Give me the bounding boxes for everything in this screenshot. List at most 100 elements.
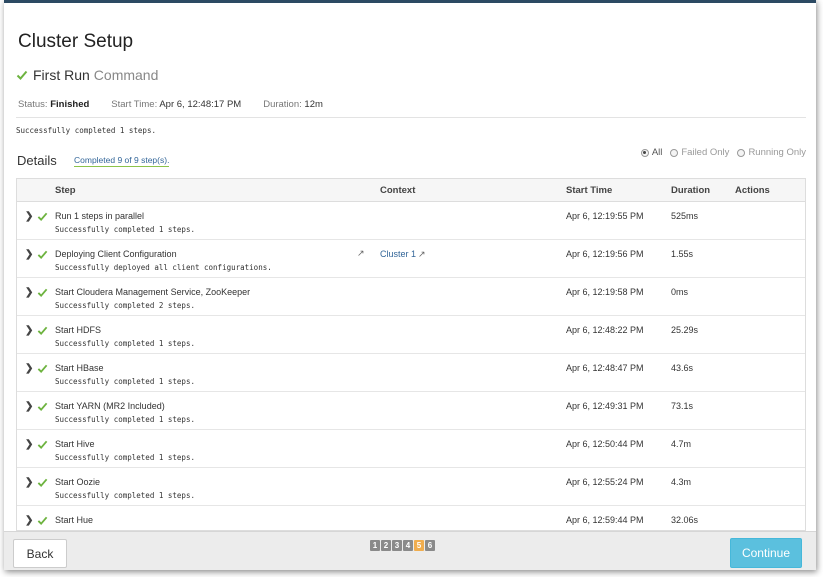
filter-failed-only[interactable]: Failed Only (670, 147, 729, 158)
completed-steps-link[interactable]: Completed 9 of 9 step(s). (74, 155, 170, 167)
table-row: ❯ Start HBase Successfully completed 1 ste… (17, 354, 805, 392)
filter-failed-only-label: Failed Only (681, 147, 730, 158)
expand-chevron-icon[interactable]: ❯ (25, 211, 33, 222)
command-status-line: Status: Finished Start Time: Apr 6, 12:4… (18, 99, 345, 110)
step-duration: 4.7m (671, 439, 692, 449)
step-name: Start Hue (55, 515, 94, 525)
summary-message: Successfully completed 1 steps. (16, 126, 156, 135)
table-row: ❯ Start HDFS Successfully completed 1 step… (17, 316, 805, 354)
expand-chevron-icon[interactable]: ❯ (25, 515, 33, 526)
expand-chevron-icon[interactable]: ❯ (25, 287, 33, 298)
table-body: ❯ Run 1 steps in parallel Successfully com… (17, 202, 805, 530)
external-link-icon: ↗ (418, 249, 426, 259)
success-check-icon (37, 363, 48, 376)
table-row: ❯ Deploying Client Configuration Successfu… (17, 240, 805, 278)
table-row: ❯Start HueSuccessfully completed 1 steps… (17, 506, 805, 530)
back-button[interactable]: Back (13, 539, 67, 568)
radio-running-only[interactable] (737, 148, 746, 157)
filter-running-only[interactable]: Running Only (737, 147, 806, 158)
step-start-time: Apr 6, 12:19:58 PM (566, 287, 644, 297)
step-duration: 4.3m (671, 477, 692, 487)
step-start-time: Apr 6, 12:49:31 PM (566, 401, 644, 411)
divider (16, 117, 806, 118)
radio-failed-only[interactable] (670, 148, 679, 157)
success-check-icon (16, 69, 28, 81)
context-label: Cluster 1 (380, 249, 417, 259)
step-message: Successfully completed 1 steps. (55, 491, 195, 500)
expand-chevron-icon[interactable]: ❯ (25, 439, 33, 450)
success-check-icon (37, 477, 48, 490)
step-start-time: Apr 6, 12:48:47 PM (566, 363, 644, 373)
wizard-step-indicator: 123456 (370, 540, 436, 551)
step-name: Start YARN (MR2 Included) (55, 401, 165, 411)
step-start-time: Apr 6, 12:48:22 PM (566, 325, 644, 335)
column-context: Context (380, 185, 416, 196)
command-heading: First Run Command (16, 67, 158, 83)
step-start-time: Apr 6, 12:50:44 PM (566, 439, 644, 449)
wizard-footer: Back 123456 Continue (4, 531, 816, 570)
step-duration: 1.55s (671, 249, 694, 259)
table-row: ❯ Start Hive Successfully completed 1 step… (17, 430, 805, 468)
step-indicator-1: 1 (370, 540, 380, 551)
step-name: Start Hive (55, 439, 95, 449)
details-heading: Details (17, 153, 57, 168)
start-time-value: Apr 6, 12:48:17 PM (159, 99, 242, 110)
status-label: Status: (18, 99, 48, 110)
step-start-time: Apr 6, 12:19:56 PM (566, 249, 644, 259)
success-check-icon (37, 287, 48, 300)
step-start-time: Apr 6, 12:55:24 PM (566, 477, 644, 487)
step-message: Successfully completed 1 steps. (55, 415, 195, 424)
step-duration: 525ms (671, 211, 699, 221)
column-duration: Duration (671, 185, 711, 196)
column-step: Step (55, 185, 76, 196)
step-start-time: Apr 6, 12:19:55 PM (566, 211, 644, 221)
step-message: Successfully deployed all client configu… (55, 263, 272, 272)
page-title: Cluster Setup (18, 31, 134, 52)
context-link[interactable]: Cluster 1 ↗ (380, 249, 426, 260)
success-check-icon (37, 325, 48, 338)
table-row: ❯ Start Oozie Successfully completed 1 ste… (17, 468, 805, 506)
start-time-label: Start Time: (111, 99, 158, 110)
external-link-icon[interactable]: ↗ (357, 248, 365, 259)
success-check-icon (37, 439, 48, 452)
table-row: ❯ Start YARN (MR2 Included) Successfully c… (17, 392, 805, 430)
step-name: Start HBase (55, 363, 104, 373)
expand-chevron-icon[interactable]: ❯ (25, 401, 33, 412)
step-duration: 25.29s (671, 325, 699, 335)
wizard-window: Cluster Setup First Run Command Status: … (4, 0, 816, 570)
expand-chevron-icon[interactable]: ❯ (25, 477, 33, 488)
step-name: Start HDFS (55, 325, 102, 335)
command-name: First Run (33, 67, 90, 83)
step-name: Run 1 steps in parallel (55, 211, 145, 221)
step-message: Successfully completed 1 steps. (55, 339, 195, 348)
filter-all[interactable]: All (640, 147, 662, 158)
step-message: Successfully completed 1 steps. (55, 225, 195, 234)
expand-chevron-icon[interactable]: ❯ (25, 363, 33, 374)
step-duration: 32.06s (671, 515, 699, 525)
step-indicator-5: 5 (414, 540, 424, 551)
success-check-icon (37, 211, 48, 224)
step-indicator-3: 3 (392, 540, 402, 551)
success-check-icon (37, 249, 48, 262)
expand-chevron-icon[interactable]: ❯ (25, 249, 33, 260)
expand-chevron-icon[interactable]: ❯ (25, 325, 33, 336)
column-start-time: Start Time (566, 185, 613, 196)
status-value: Finished (50, 99, 90, 110)
step-filter-group: All Failed Only Running Only (633, 147, 806, 158)
step-message: Successfully completed 1 steps. (55, 453, 195, 462)
success-check-icon (37, 515, 48, 528)
step-duration: 43.6s (671, 363, 694, 373)
step-duration: 0ms (671, 287, 689, 297)
continue-button[interactable]: Continue (730, 538, 802, 568)
step-indicator-2: 2 (381, 540, 391, 551)
steps-table: Step Context Start Time Duration Actions… (16, 178, 806, 531)
table-header: Step Context Start Time Duration Actions (17, 179, 805, 202)
success-check-icon (37, 401, 48, 414)
step-duration: 73.1s (671, 401, 694, 411)
step-name: Deploying Client Configuration (55, 249, 177, 259)
duration-label: Duration: (263, 99, 302, 110)
step-indicator-4: 4 (403, 540, 413, 551)
radio-all[interactable] (640, 148, 649, 157)
step-message: Successfully completed 2 steps. (55, 301, 195, 310)
duration-value: 12m (304, 99, 323, 110)
